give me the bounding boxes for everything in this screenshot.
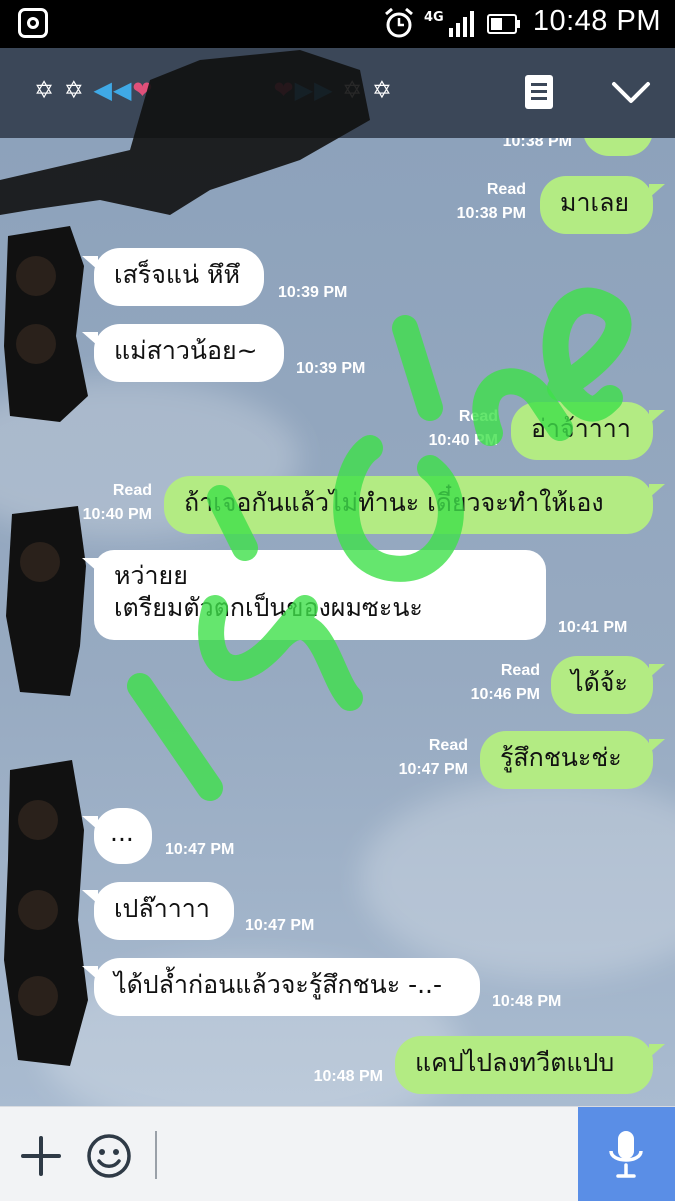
message-bubble-incoming[interactable]: หว่ายย เตรียมตัวตกเป็นของผมซะนะ [82, 550, 546, 640]
message-time: 10:48 PM [492, 993, 562, 1010]
read-receipt: Read [486, 181, 526, 198]
status-time: 10:48 PM [532, 5, 661, 37]
avatar[interactable] [0, 506, 90, 702]
message-text: ได้จ้ะ [571, 668, 628, 697]
message-bubble-incoming[interactable]: ได้ปล้ำก่อนแล้วจะรู้สึกชนะ -..- [82, 958, 480, 1016]
message-text: ได้ปล้ำก่อนแล้วจะรู้สึกชนะ -..- [114, 970, 443, 999]
message-meta: Read 10:46 PM [438, 659, 540, 707]
microphone-icon [609, 1131, 643, 1178]
message-text: ถ้าเจอกันแล้วไม่ทำนะ เดี๋ยวจะทำให้เอง [184, 488, 604, 517]
network-type: 4G [424, 10, 444, 25]
message-input-bar [0, 1106, 675, 1201]
message-time: 10:47 PM [245, 917, 315, 934]
message-text-line: หว่ายย [114, 561, 188, 590]
chat-header: ✡ ✡ ◀◀❤ ❤▶▶ ✡ ✡ [0, 48, 675, 138]
message-bubble-outgoing[interactable]: รู้สึกชนะช่ะ [480, 731, 665, 789]
message-time: 10:39 PM [296, 360, 366, 377]
message-bubble-outgoing[interactable]: อ่าจ้าาาา [511, 402, 665, 460]
battery-icon [487, 14, 520, 34]
heart-icon: ❤ [132, 76, 154, 104]
message-text: มาเลย [560, 188, 630, 217]
message-time: 10:40 PM [428, 432, 498, 449]
message-time: 10:41 PM [558, 619, 628, 636]
message-time: 10:38 PM [502, 138, 572, 150]
message-text-input[interactable] [155, 1131, 157, 1179]
message-bubble-incoming[interactable]: เปล๊าาาา [82, 882, 234, 940]
read-receipt: Read [112, 482, 152, 499]
chat-title[interactable]: ✡ ✡ ◀◀❤ ❤▶▶ ✡ ✡ [34, 76, 393, 104]
message-text: แม่สาวน้อย~ [114, 336, 258, 365]
status-bar: 4G 10:48 PM [0, 0, 675, 48]
title-arrows-left: ◀◀ [93, 76, 133, 104]
message-time: 10:46 PM [470, 686, 540, 703]
message-time: 10:47 PM [398, 761, 468, 778]
chevron-down-icon[interactable] [610, 78, 652, 108]
avatar[interactable] [0, 226, 90, 426]
heart-icon: ❤ [273, 76, 295, 104]
message-text: เสร็จแน่ หึหึ [114, 260, 240, 289]
read-receipt: Read [458, 408, 498, 425]
title-prefix: ✡ ✡ [34, 76, 94, 104]
voice-button[interactable] [578, 1107, 675, 1201]
message-meta: Read 10:38 PM [426, 178, 526, 226]
notes-icon[interactable] [524, 74, 554, 110]
emoji-icon[interactable] [86, 1133, 132, 1179]
signal-icon [449, 11, 474, 37]
message-text: อ่าจ้าาาา [531, 414, 631, 443]
read-receipt: Read [500, 662, 540, 679]
message-text-line: เตรียมตัวตกเป็นของผมซะนะ [114, 593, 423, 622]
message-bubble-incoming[interactable]: เสร็จแน่ หึหึ [82, 248, 264, 306]
message-meta: Read 10:40 PM [398, 405, 498, 453]
message-meta: Read 10:47 PM [366, 734, 468, 782]
message-text: ... [110, 818, 134, 847]
message-text: เปล๊าาาา [114, 894, 210, 923]
message-bubble-incoming[interactable]: ... [82, 808, 152, 864]
message-text: รู้สึกชนะช่ะ [500, 743, 622, 772]
message-bubble-outgoing[interactable]: มาเลย [540, 176, 665, 234]
message-bubble-incoming[interactable]: แม่สาวน้อย~ [82, 324, 284, 382]
read-receipt: Read [428, 737, 468, 754]
message-text: แคปไปลงทวีตแปบ [415, 1048, 615, 1077]
avatar[interactable] [0, 760, 90, 1070]
message-time: 10:48 PM [313, 1068, 383, 1085]
message-bubble-outgoing[interactable]: แคปไปลงทวีตแปบ [395, 1036, 665, 1094]
message-time: 10:47 PM [165, 841, 235, 858]
title-arrows-right: ▶▶ [294, 76, 334, 104]
chat-area[interactable]: 10:38 PM มาเลย Read 10:38 PM เสร็จแน่ หึ… [0, 138, 675, 1106]
message-time: 10:38 PM [456, 205, 526, 222]
message-time: 10:39 PM [278, 284, 348, 301]
alarm-icon [385, 7, 413, 38]
message-bubble-outgoing[interactable]: ได้จ้ะ [551, 656, 665, 714]
message-meta: 10:38 PM [470, 138, 572, 154]
title-suffix: ✡ ✡ [333, 76, 394, 104]
message-bubble-outgoing[interactable]: ถ้าเจอกันแล้วไม่ทำนะ เดี๋ยวจะทำให้เอง [164, 476, 665, 534]
record-icon [18, 8, 48, 38]
message-bubble-outgoing[interactable] [583, 138, 653, 156]
plus-icon[interactable] [20, 1135, 62, 1177]
